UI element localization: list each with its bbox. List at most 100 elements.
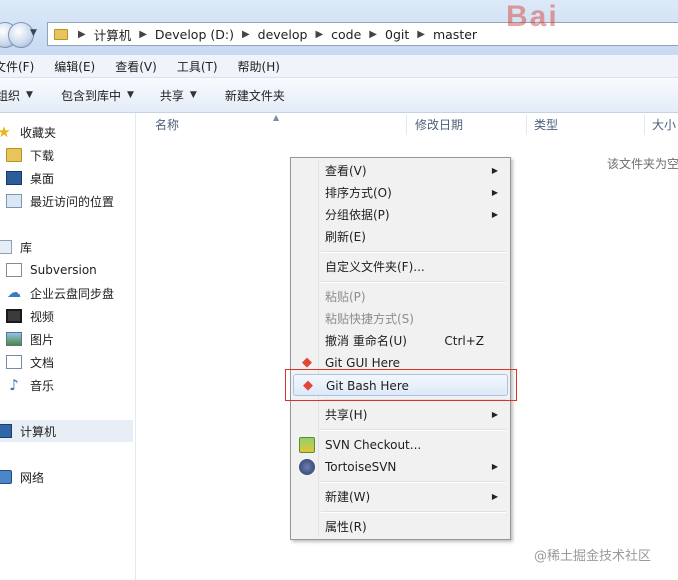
context-menu-paste: 粘贴(P) — [293, 286, 508, 308]
computer-icon — [0, 424, 12, 438]
new-folder-button[interactable]: 新建文件夹 — [225, 87, 285, 104]
nav-item-label: 图片 — [30, 332, 55, 347]
nav-item-label: 计算机 — [20, 424, 57, 439]
context-menu-refresh[interactable]: 刷新(E) — [293, 226, 508, 248]
music-note-icon: ♪ — [9, 376, 19, 394]
share-button[interactable]: 共享 ▼ — [160, 87, 197, 104]
context-menu-undo-rename[interactable]: 撤消 重命名(U) Ctrl+Z — [293, 330, 508, 352]
nav-item-pictures[interactable]: 图片 — [0, 328, 54, 350]
breadcrumb-separator-icon[interactable]: ▶ — [315, 29, 323, 40]
nav-item-computer[interactable]: 计算机 — [0, 420, 133, 442]
breadcrumb-separator-icon[interactable]: ▶ — [417, 29, 425, 40]
submenu-arrow-icon: ▶ — [491, 210, 498, 219]
menu-item-label: 排序方式(O) — [325, 186, 392, 200]
nav-item-network[interactable]: 网络 — [0, 466, 44, 488]
include-in-library-label: 包含到库中 — [60, 88, 121, 103]
breadcrumb-separator-icon[interactable]: ▶ — [369, 29, 377, 40]
menu-item-label: 自定义文件夹(F)... — [325, 260, 425, 274]
navigation-pane: ★ 收藏夹 下载 桌面 最近访问的位置 库 Subversion ☁ 企业云盘同… — [0, 113, 136, 580]
context-menu-view[interactable]: 查看(V) ▶ — [293, 160, 508, 182]
breadcrumb-separator-icon[interactable]: ▶ — [242, 29, 250, 40]
context-menu-sort-by[interactable]: 排序方式(O) ▶ — [293, 182, 508, 204]
nav-item-downloads[interactable]: 下载 — [0, 144, 54, 166]
baidu-logo: Bai — [506, 0, 559, 33]
menu-separator — [321, 251, 506, 253]
recent-pages-dropdown-icon[interactable]: ▼ — [30, 28, 40, 38]
context-menu-share-with[interactable]: 共享(H) ▶ — [293, 404, 508, 426]
breadcrumb-computer[interactable]: 计算机 — [92, 25, 134, 44]
library-icon — [0, 240, 12, 254]
nav-item-cloud-sync[interactable]: ☁ 企业云盘同步盘 — [0, 282, 114, 304]
recent-places-icon — [6, 194, 22, 208]
breadcrumb-code[interactable]: code — [329, 27, 363, 42]
menu-item-label: 新建(W) — [325, 490, 371, 504]
nav-item-music[interactable]: ♪ 音乐 — [0, 374, 54, 396]
context-menu-customize-folder[interactable]: 自定义文件夹(F)... — [293, 256, 508, 278]
nav-item-favorites[interactable]: ★ 收藏夹 — [0, 121, 56, 143]
nav-item-label: 网络 — [20, 470, 45, 485]
menu-separator — [321, 511, 506, 513]
subversion-library-icon — [6, 263, 22, 277]
menu-item-label: 粘贴快捷方式(S) — [325, 312, 414, 326]
menu-item-label: 分组依据(P) — [325, 208, 390, 222]
nav-item-label: 库 — [20, 240, 33, 255]
nav-item-subversion[interactable]: Subversion — [0, 259, 97, 281]
context-menu-properties[interactable]: 属性(R) — [293, 516, 508, 538]
column-header-date-modified[interactable]: 修改日期 — [415, 113, 525, 137]
chevron-down-icon: ▼ — [126, 90, 134, 100]
column-header-name[interactable]: 名称 — [155, 113, 405, 137]
column-header-size[interactable]: 大小 — [652, 113, 678, 137]
chevron-down-icon: ▼ — [26, 90, 33, 100]
context-menu-paste-shortcut: 粘贴快捷方式(S) — [293, 308, 508, 330]
submenu-arrow-icon: ▶ — [491, 166, 498, 175]
organize-button[interactable]: 组织 ▼ — [0, 87, 33, 104]
menu-tools[interactable]: 工具(T) — [177, 58, 218, 75]
picture-icon — [6, 332, 22, 346]
chevron-down-icon: ▼ — [189, 90, 197, 100]
svn-checkout-icon — [299, 437, 315, 453]
column-divider[interactable] — [406, 115, 407, 135]
menu-item-label: 粘贴(P) — [325, 290, 366, 304]
menu-separator — [321, 429, 506, 431]
context-menu-new[interactable]: 新建(W) ▶ — [293, 486, 508, 508]
submenu-arrow-icon: ▶ — [491, 462, 498, 471]
tortoise-svn-icon — [299, 459, 315, 475]
cloud-icon: ☁ — [7, 285, 21, 301]
nav-item-label: 收藏夹 — [20, 125, 57, 140]
nav-item-documents[interactable]: 文档 — [0, 351, 54, 373]
downloads-folder-icon — [6, 148, 22, 162]
nav-item-libraries[interactable]: 库 — [0, 236, 32, 258]
menu-help[interactable]: 帮助(H) — [238, 58, 280, 75]
context-menu-svn-checkout[interactable]: SVN Checkout... — [293, 434, 508, 456]
menu-item-label: 撤消 重命名(U) — [325, 334, 407, 348]
menu-separator — [321, 481, 506, 483]
menu-item-label: TortoiseSVN — [325, 460, 397, 474]
breadcrumb-separator-icon[interactable]: ▶ — [78, 29, 86, 40]
video-icon — [6, 309, 22, 323]
folder-icon — [54, 28, 68, 40]
breadcrumb-master[interactable]: master — [431, 27, 479, 42]
breadcrumb-develop[interactable]: develop — [256, 27, 310, 42]
command-bar: 组织 ▼ 包含到库中 ▼ 共享 ▼ 新建文件夹 — [0, 78, 678, 113]
nav-item-label: 最近访问的位置 — [30, 194, 115, 209]
breadcrumb-separator-icon[interactable]: ▶ — [139, 29, 147, 40]
menu-file[interactable]: 文件(F) — [0, 58, 34, 75]
nav-item-recent-places[interactable]: 最近访问的位置 — [0, 190, 114, 212]
menu-view[interactable]: 查看(V) — [115, 58, 157, 75]
include-in-library-button[interactable]: 包含到库中 ▼ — [61, 87, 134, 104]
menu-item-label: 共享(H) — [325, 408, 368, 422]
context-menu-tortoise-svn[interactable]: TortoiseSVN ▶ — [293, 456, 508, 478]
nav-item-desktop[interactable]: 桌面 — [0, 167, 54, 189]
column-divider[interactable] — [526, 115, 527, 135]
column-divider[interactable] — [644, 115, 645, 135]
breadcrumb-drive[interactable]: Develop (D:) — [153, 27, 236, 42]
network-icon — [0, 470, 12, 484]
menu-edit[interactable]: 编辑(E) — [54, 58, 95, 75]
context-menu-group-by[interactable]: 分组依据(P) ▶ — [293, 204, 508, 226]
nav-item-videos[interactable]: 视频 — [0, 305, 54, 327]
column-header-type[interactable]: 类型 — [534, 113, 644, 137]
breadcrumb-0git[interactable]: 0git — [383, 27, 411, 42]
nav-item-label: 下载 — [30, 148, 55, 163]
organize-label: 组织 — [0, 88, 21, 103]
menu-item-label: 查看(V) — [325, 164, 367, 178]
